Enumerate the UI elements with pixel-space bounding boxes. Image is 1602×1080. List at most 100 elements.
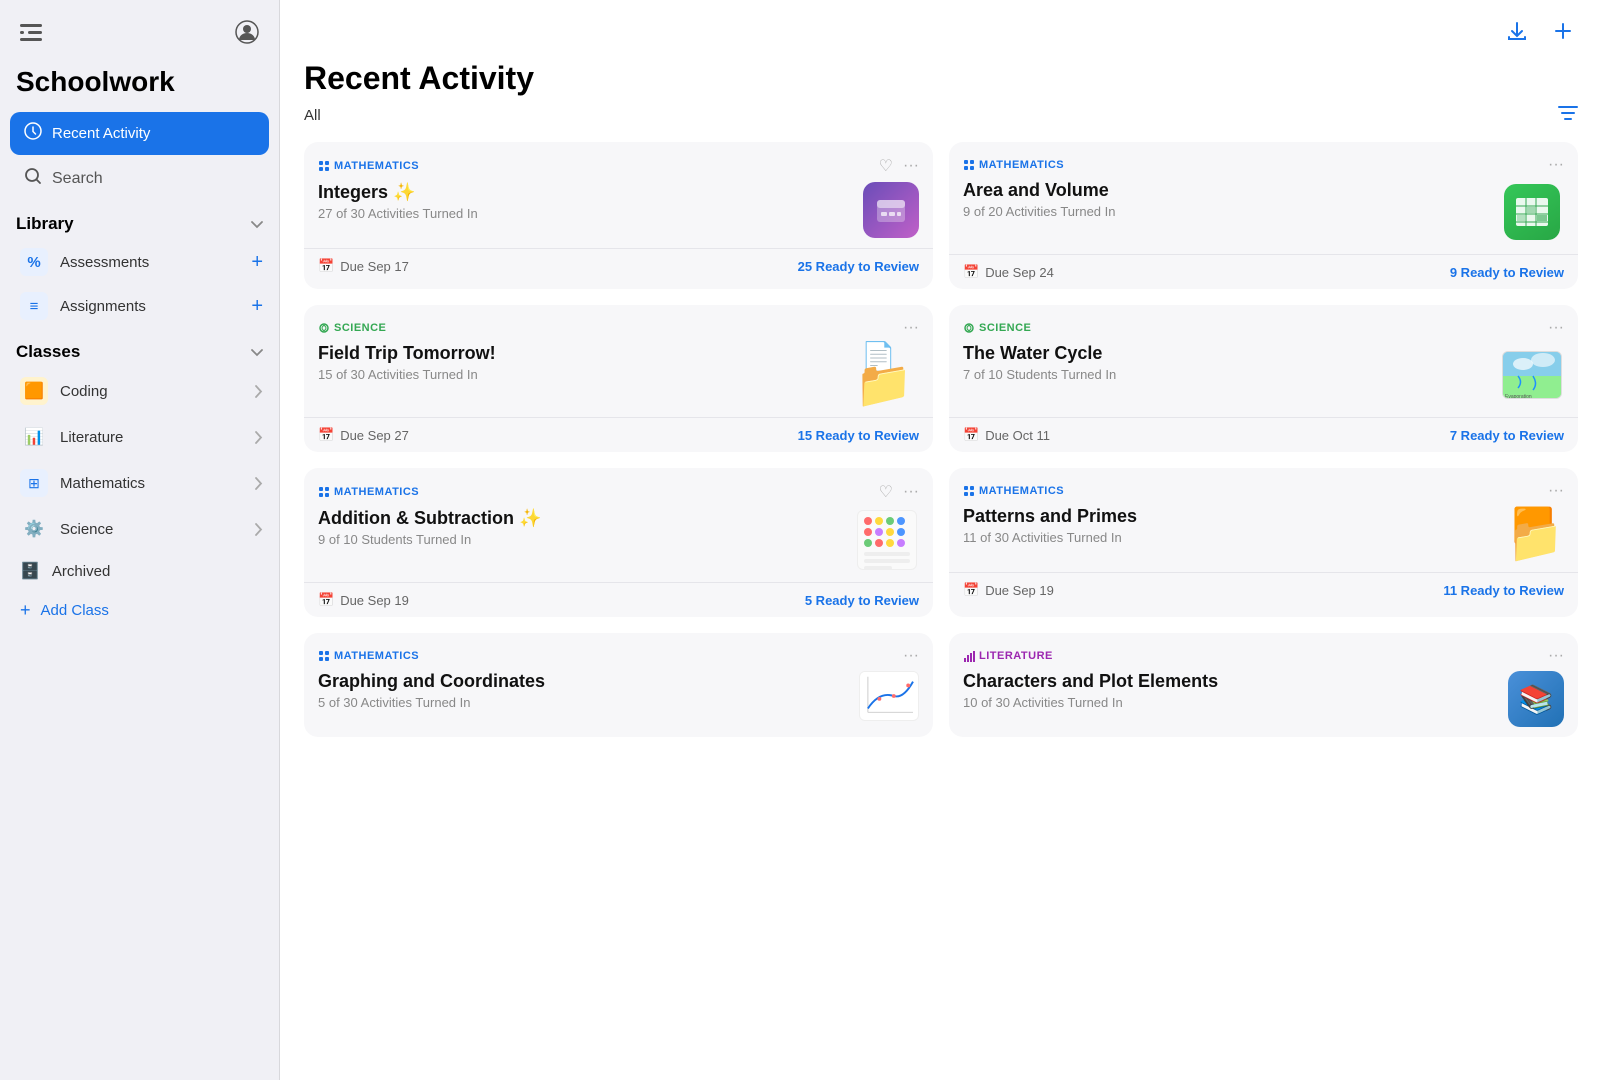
card-subtitle-characters: 10 of 30 Activities Turned In: [963, 695, 1498, 710]
library-label: Library: [16, 214, 74, 234]
search-label: Search: [52, 170, 103, 188]
more-button-addition[interactable]: ···: [903, 483, 919, 501]
coding-class-item[interactable]: 🟧 Coding: [0, 368, 279, 414]
recent-activity-label: Recent Activity: [52, 125, 150, 142]
filter-button[interactable]: [1558, 105, 1578, 126]
assessments-label: Assessments: [60, 254, 149, 271]
add-class-button[interactable]: + Add Class: [0, 590, 279, 631]
card-patterns[interactable]: MATHEMATICS ··· Patterns and Primes 11 o…: [949, 468, 1578, 617]
card-subtitle-graphing: 5 of 30 Activities Turned In: [318, 695, 849, 710]
card-title-patterns: Patterns and Primes: [963, 506, 1498, 527]
literature-icon: 📊: [20, 423, 48, 451]
review-count-integers[interactable]: 25 Ready to Review: [798, 259, 919, 274]
archived-icon: 🗄️: [20, 561, 40, 581]
due-date-integers: Due Sep 17: [340, 259, 409, 274]
main-content: Recent Activity All MATHEMATICS ♡ ···: [280, 0, 1602, 1080]
review-count-patterns[interactable]: 11 Ready to Review: [1443, 583, 1564, 598]
card-addition[interactable]: MATHEMATICS ♡ ··· Addition & Subtraction…: [304, 468, 933, 617]
recent-activity-icon: [24, 122, 42, 145]
add-assignment-icon[interactable]: +: [251, 295, 263, 318]
due-date-water: Due Oct 11: [985, 428, 1050, 443]
mathematics-class-item[interactable]: ⊞ Mathematics: [0, 460, 279, 506]
calendar-icon-patterns: 📅: [963, 582, 979, 598]
review-count-water[interactable]: 7 Ready to Review: [1450, 428, 1564, 443]
heart-button-integers[interactable]: ♡: [879, 156, 893, 176]
more-button-integers[interactable]: ···: [903, 157, 919, 175]
filter-label: All: [304, 107, 321, 124]
add-assessment-icon[interactable]: +: [251, 251, 263, 274]
more-button-field[interactable]: ···: [903, 319, 919, 337]
card-area-volume[interactable]: MATHEMATICS ··· Area and Volume 9 of 20 …: [949, 142, 1578, 289]
add-button[interactable]: [1548, 16, 1578, 52]
card-water-cycle[interactable]: SCIENCE ··· The Water Cycle 7 of 10 Stud…: [949, 305, 1578, 452]
main-header: [280, 0, 1602, 52]
card-title-addition: Addition & Subtraction ✨: [318, 508, 845, 529]
card-category-graphing: MATHEMATICS: [318, 650, 419, 662]
card-field-trip[interactable]: SCIENCE ··· Field Trip Tomorrow! 15 of 3…: [304, 305, 933, 452]
literature-label: Literature: [60, 429, 123, 446]
card-subtitle-addition: 9 of 10 Students Turned In: [318, 532, 845, 547]
card-category-integers: MATHEMATICS: [318, 160, 419, 172]
library-section-header: Library: [0, 200, 279, 240]
science-chevron-icon: [255, 523, 263, 536]
card-category-field: SCIENCE: [318, 322, 386, 334]
assignments-label: Assignments: [60, 298, 146, 315]
search-nav[interactable]: Search: [0, 157, 279, 200]
page-title: Recent Activity: [280, 52, 1602, 101]
app-title: Schoolwork: [0, 62, 279, 110]
assignments-item[interactable]: ≡ Assignments +: [0, 284, 279, 328]
calendar-icon-addition: 📅: [318, 592, 334, 608]
card-title-graphing: Graphing and Coordinates: [318, 671, 849, 692]
science-class-item[interactable]: ⚙️ Science: [0, 506, 279, 552]
due-date-addition: Due Sep 19: [340, 593, 409, 608]
due-date-area: Due Sep 24: [985, 265, 1054, 280]
more-button-area[interactable]: ···: [1548, 156, 1564, 174]
card-category-patterns: MATHEMATICS: [963, 485, 1064, 497]
archived-item[interactable]: 🗄️ Archived: [0, 552, 279, 590]
recent-activity-nav[interactable]: Recent Activity: [10, 112, 269, 155]
card-thumb-characters: 📚: [1508, 671, 1564, 727]
coding-label: Coding: [60, 383, 108, 400]
card-footer-field: 📅 Due Sep 27 15 Ready to Review: [304, 417, 933, 452]
sidebar: Schoolwork Recent Activity Search Librar…: [0, 0, 280, 1080]
mathematics-icon: ⊞: [20, 469, 48, 497]
heart-button-addition[interactable]: ♡: [879, 482, 893, 502]
due-date-field: Due Sep 27: [340, 428, 409, 443]
calendar-icon-integers: 📅: [318, 258, 334, 274]
library-chevron-icon[interactable]: [251, 216, 263, 232]
card-footer-patterns: 📅 Due Sep 19 11 Ready to Review: [949, 572, 1578, 607]
card-thumb-integers: [863, 182, 919, 238]
card-thumb-area: [1500, 180, 1564, 244]
literature-class-item[interactable]: 📊 Literature: [0, 414, 279, 460]
card-title-integers: Integers ✨: [318, 182, 853, 203]
mathematics-chevron-icon: [255, 477, 263, 490]
more-button-patterns[interactable]: ···: [1548, 482, 1564, 500]
card-integers[interactable]: MATHEMATICS ♡ ··· Integers ✨ 27 of 30 Ac…: [304, 142, 933, 289]
classes-chevron-icon[interactable]: [251, 344, 263, 360]
more-button-characters[interactable]: ···: [1548, 647, 1564, 665]
card-characters[interactable]: LITERATURE ··· Characters and Plot Eleme…: [949, 633, 1578, 737]
toggle-sidebar-button[interactable]: [16, 19, 46, 51]
literature-chevron-icon: [255, 431, 263, 444]
sidebar-top: [0, 16, 279, 62]
add-class-label: Add Class: [41, 602, 109, 619]
more-button-graphing[interactable]: ···: [903, 647, 919, 665]
add-class-plus-icon: +: [20, 600, 31, 621]
card-graphing[interactable]: MATHEMATICS ··· Graphing and Coordinates…: [304, 633, 933, 737]
review-count-field[interactable]: 15 Ready to Review: [798, 428, 919, 443]
cards-grid: MATHEMATICS ♡ ··· Integers ✨ 27 of 30 Ac…: [280, 138, 1602, 753]
assessments-item[interactable]: % Assessments +: [0, 240, 279, 284]
download-button[interactable]: [1502, 16, 1532, 52]
more-button-water[interactable]: ···: [1548, 319, 1564, 337]
card-title-area: Area and Volume: [963, 180, 1490, 201]
card-footer-area: 📅 Due Sep 24 9 Ready to Review: [949, 254, 1578, 289]
calendar-icon-area: 📅: [963, 264, 979, 280]
card-category-area: MATHEMATICS: [963, 159, 1064, 171]
card-footer-addition: 📅 Due Sep 19 5 Ready to Review: [304, 582, 933, 617]
card-subtitle-patterns: 11 of 30 Activities Turned In: [963, 530, 1498, 545]
review-count-addition[interactable]: 5 Ready to Review: [805, 593, 919, 608]
archived-label: Archived: [52, 563, 110, 580]
profile-button[interactable]: [231, 16, 263, 54]
due-date-patterns: Due Sep 19: [985, 583, 1054, 598]
review-count-area[interactable]: 9 Ready to Review: [1450, 265, 1564, 280]
